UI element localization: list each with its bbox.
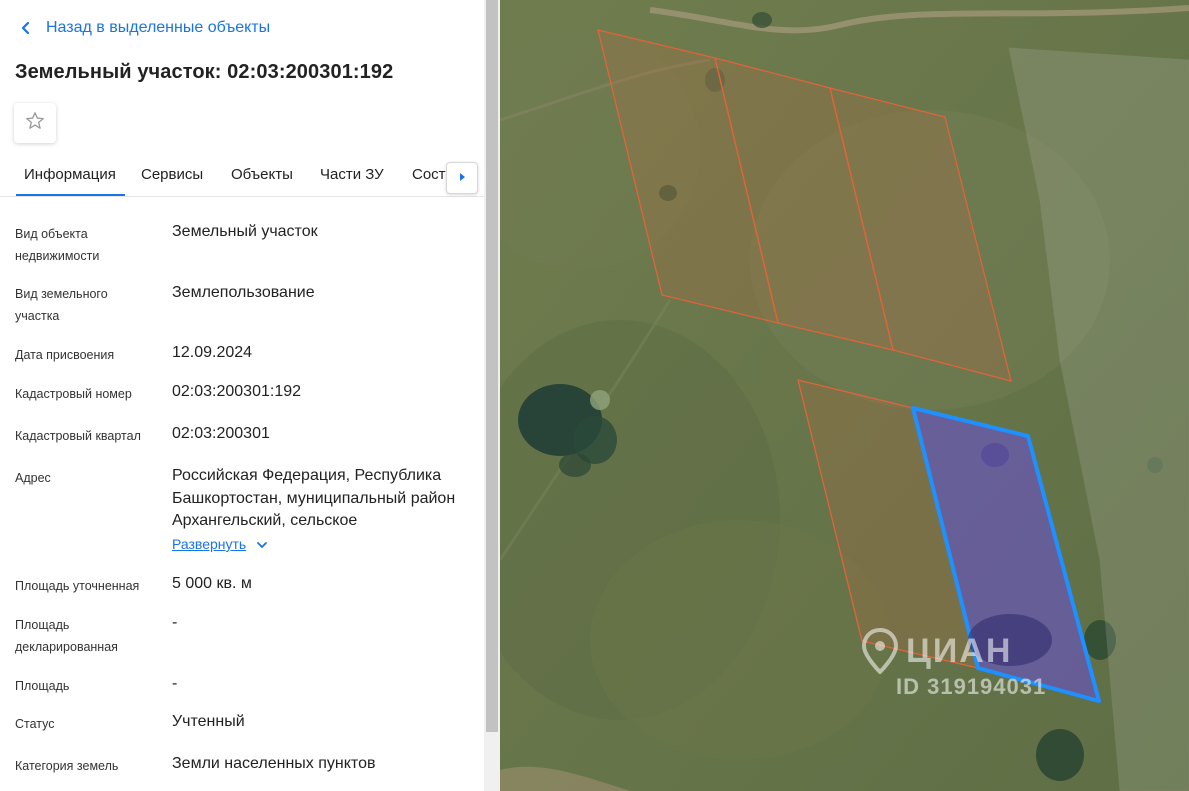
cadastral-number-label: Кадастровый номер: [15, 387, 132, 401]
tab-land-parts[interactable]: Части ЗУ: [320, 166, 384, 183]
panel-scrollbar[interactable]: [484, 0, 500, 791]
area-refined-label: Площадь уточненная: [15, 579, 140, 593]
address-label: Адрес: [15, 471, 51, 485]
area-declared-label: Площадь декларированная: [15, 618, 118, 654]
expand-link-label: Развернуть: [172, 536, 247, 552]
tab-services[interactable]: Сервисы: [141, 166, 203, 183]
assign-date-value: 12.09.2024: [172, 344, 253, 361]
cadastral-quarter-label: Кадастровый квартал: [15, 429, 141, 443]
tab-information[interactable]: Информация: [16, 166, 125, 196]
area-value: -: [172, 675, 178, 692]
chevron-down-icon: [256, 536, 268, 552]
land-category-label: Категория земель: [15, 759, 119, 773]
assign-date-label: Дата присвоения: [15, 348, 115, 362]
area-label: Площадь: [15, 679, 70, 693]
status-label: Статус: [15, 717, 55, 731]
scrollbar-thumb[interactable]: [486, 0, 498, 732]
caret-right-icon: [458, 169, 466, 187]
map-canvas: [500, 0, 1189, 791]
favorite-button[interactable]: [14, 103, 56, 143]
tabs-scroll-right-button[interactable]: [446, 162, 478, 194]
status-value: Учтенный: [172, 713, 245, 730]
object-info-panel: Назад в выделенные объекты Земельный уча…: [0, 0, 484, 791]
land-type-label: Вид земельного участка: [15, 287, 108, 323]
address-value: Российская Федерация, Республика Башкорт…: [172, 467, 456, 529]
tab-bar: Информация Сервисы Объекты Части ЗУ Сост…: [0, 152, 484, 197]
land-type-value: Землепользование: [172, 284, 315, 301]
object-type-label: Вид объекта недвижимости: [15, 227, 100, 263]
chevron-left-icon: [20, 21, 32, 35]
back-link-label: Назад в выделенные объекты: [46, 19, 271, 36]
page-title: Земельный участок: 02:03:200301:192: [15, 61, 394, 83]
star-icon: [25, 111, 45, 136]
expand-address-link[interactable]: Развернуть: [172, 536, 268, 552]
land-category-value: Земли населенных пунктов: [172, 755, 376, 772]
cadastral-quarter-value: 02:03:200301: [172, 425, 270, 442]
app-window: Назад в выделенные объекты Земельный уча…: [0, 0, 1189, 791]
area-declared-value: -: [172, 614, 178, 631]
satellite-map[interactable]: ЦИАН ID 319194031: [500, 0, 1189, 791]
area-refined-value: 5 000 кв. м: [172, 575, 252, 592]
tab-objects[interactable]: Объекты: [231, 166, 293, 183]
object-type-value: Земельный участок: [172, 223, 318, 240]
cadastral-number-value: 02:03:200301:192: [172, 383, 302, 400]
back-to-selection-link[interactable]: Назад в выделенные объекты: [20, 19, 270, 37]
